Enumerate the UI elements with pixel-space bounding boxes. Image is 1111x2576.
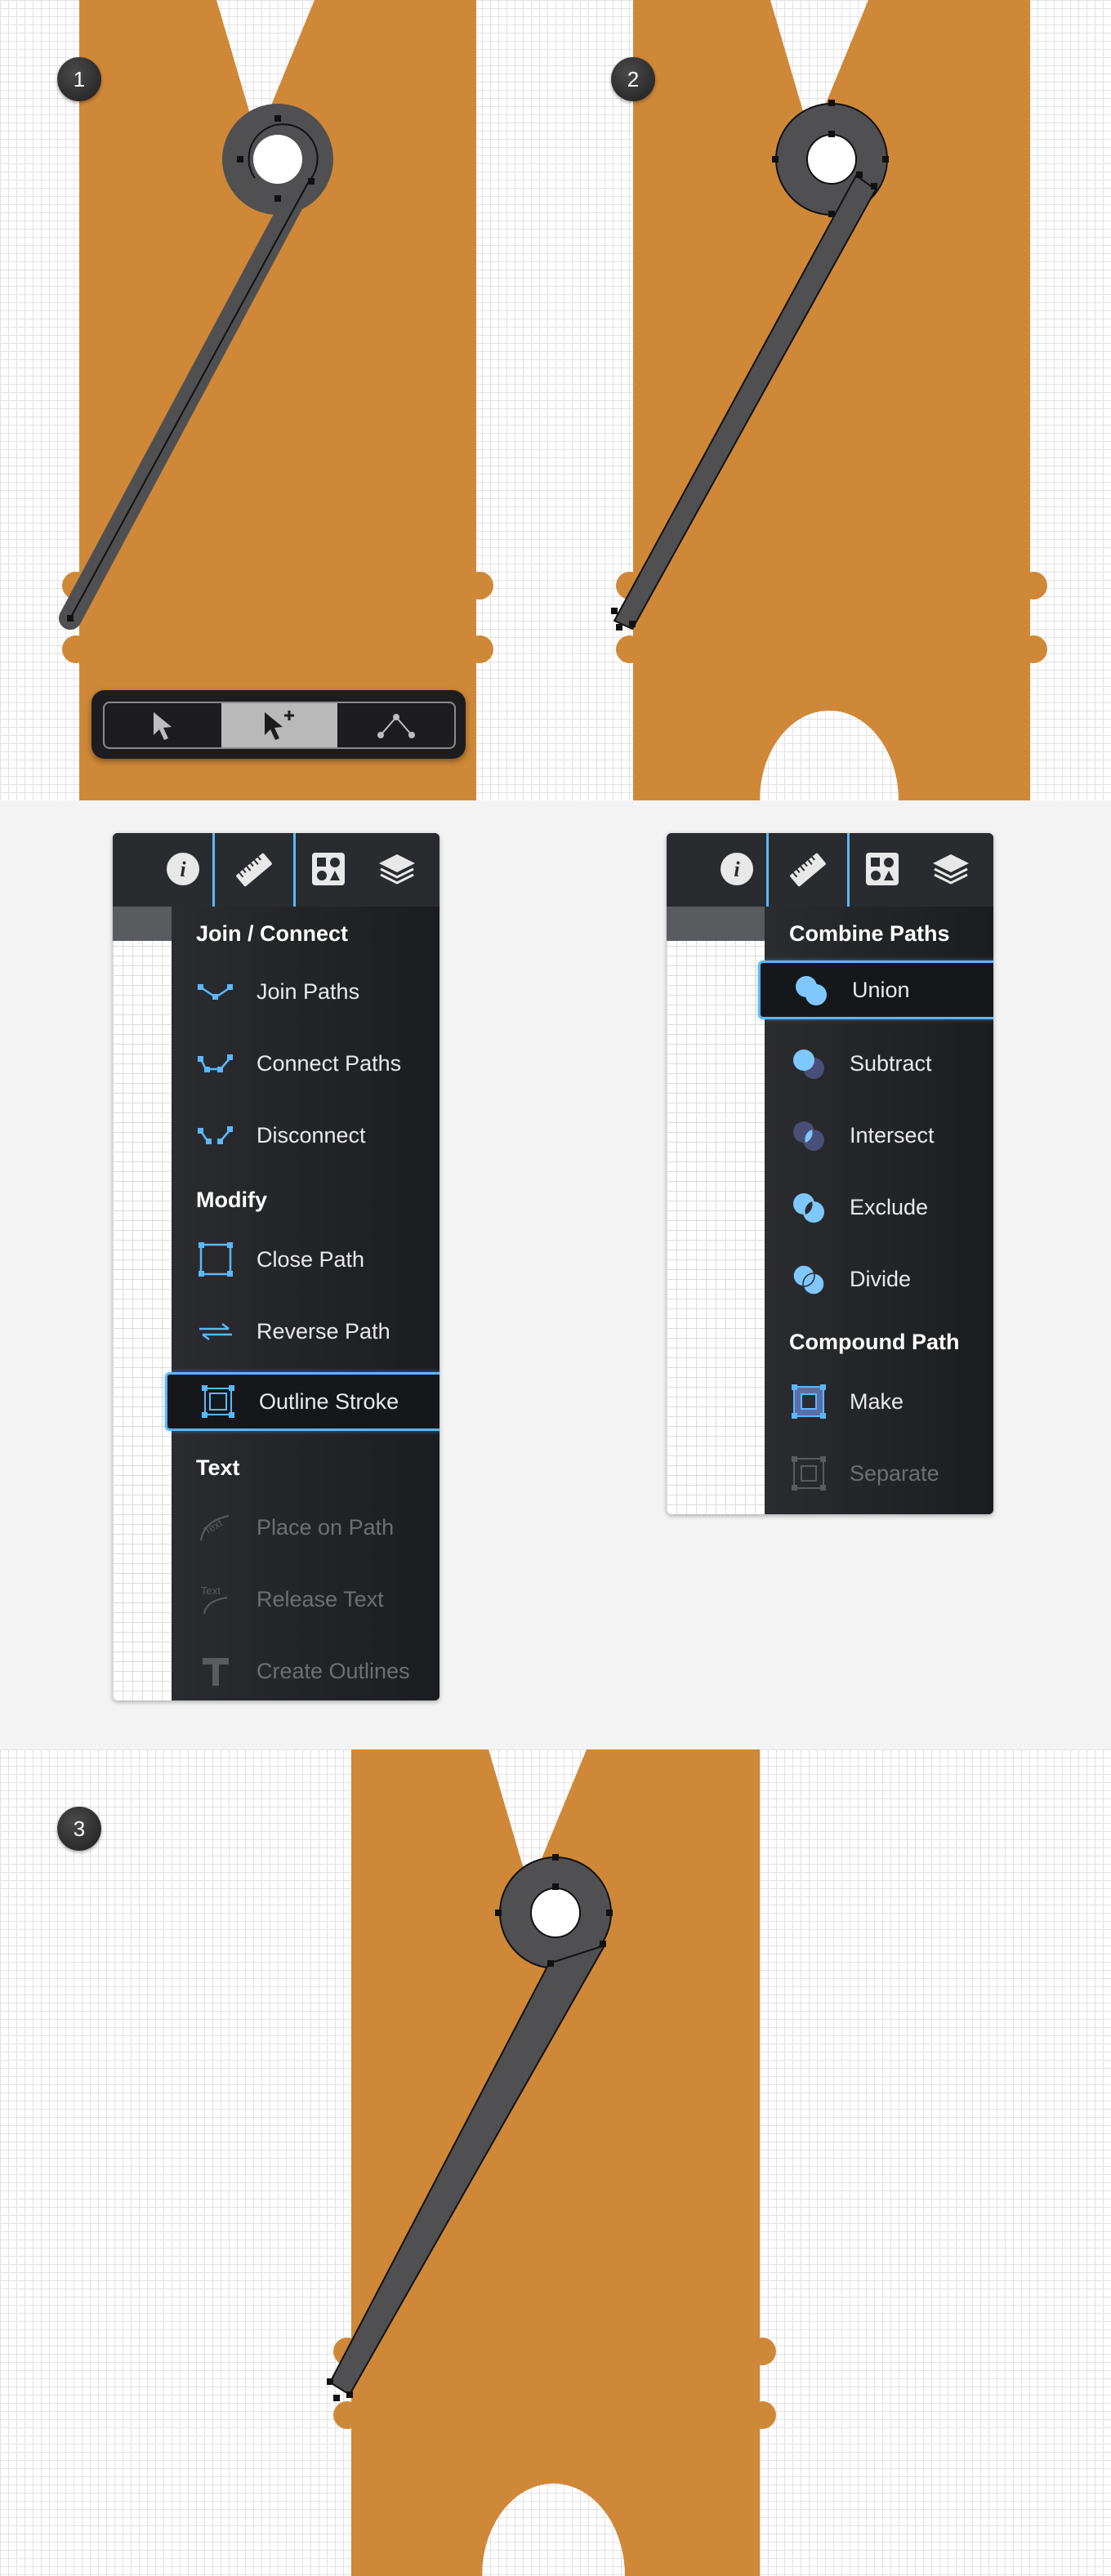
outline-stroke-icon <box>202 1385 234 1418</box>
ruler-icon <box>790 853 826 887</box>
divide-icon <box>792 1264 825 1295</box>
separate-compound-icon <box>792 1456 826 1491</box>
node-path-icon <box>377 714 415 738</box>
close-path-icon <box>199 1242 233 1277</box>
info-tab[interactable]: i <box>158 845 207 894</box>
canvas-preview-strip <box>667 907 765 1514</box>
menu-item-separate: Separate <box>765 1444 993 1503</box>
menu-item-label: Separate <box>850 1460 939 1486</box>
ruler-strip <box>667 907 765 941</box>
canvas-top: 1 2 <box>0 0 1111 800</box>
layers-icon <box>933 854 969 885</box>
menu-item-create-outlines: Create Outlines <box>172 1642 439 1700</box>
step-badge-3: 3 <box>57 1807 101 1851</box>
node-tool-button[interactable] <box>337 703 454 747</box>
subtract-icon <box>793 1050 824 1079</box>
clothespin-scene-bottom <box>327 1749 776 2576</box>
make-compound-icon <box>792 1384 826 1419</box>
menu-item-release-text: Text Release Text <box>172 1570 439 1629</box>
menu-item-label: Release Text <box>257 1586 384 1611</box>
step-badge-2: 2 <box>611 57 655 101</box>
menu-item-exclude[interactable]: Exclude <box>765 1178 993 1237</box>
arrow-pointer-icon <box>154 712 172 740</box>
shapes-icon <box>312 853 345 885</box>
intersect-icon <box>793 1121 824 1151</box>
svg-text:i: i <box>180 858 186 881</box>
menu-panel-area: i Join / Connect Join Paths Connect Path… <box>0 800 1111 1749</box>
menu-item-make[interactable]: Make <box>765 1372 993 1431</box>
menu-item-label: Close Path <box>257 1246 365 1272</box>
union-icon <box>796 976 827 1005</box>
menu-item-label: Place on Path <box>257 1514 395 1540</box>
clothespin-scene-top <box>59 0 1047 800</box>
info-icon: i <box>167 853 199 885</box>
ruler-icon <box>236 853 272 887</box>
menu-item-divide[interactable]: Divide <box>765 1250 993 1308</box>
create-outlines-icon <box>203 1658 229 1686</box>
menu-tab-bar: i <box>667 833 993 911</box>
menu-item-label: Union <box>852 977 910 1002</box>
shapes-tab[interactable] <box>304 845 353 894</box>
connect-paths-icon <box>198 1054 233 1072</box>
svg-text:i: i <box>734 858 740 881</box>
menu-item-label: Outline Stroke <box>259 1388 399 1414</box>
ruler-strip <box>113 907 172 941</box>
menu-item-label: Subtract <box>850 1050 932 1076</box>
menu-tab-bar: i <box>113 833 439 911</box>
shapes-tab[interactable] <box>858 845 907 894</box>
menu-item-label: Reverse Path <box>257 1318 390 1344</box>
section-title-join: Join / Connect <box>196 921 349 946</box>
svg-text:Text: Text <box>202 1517 225 1537</box>
join-paths-icon <box>198 984 233 1000</box>
menu-item-join-paths[interactable]: Join Paths <box>172 962 439 1021</box>
info-tab[interactable]: i <box>712 845 761 894</box>
reverse-path-icon <box>199 1323 232 1340</box>
canvas-bottom: 3 <box>0 1749 1111 2576</box>
exclude-icon <box>793 1193 824 1223</box>
section-title-compound: Compound Path <box>789 1330 960 1354</box>
ruler-tab[interactable] <box>212 833 296 911</box>
menu-item-connect-paths[interactable]: Connect Paths <box>172 1034 439 1093</box>
step-badge-1: 1 <box>57 57 101 101</box>
menu-item-disconnect[interactable]: Disconnect <box>172 1106 439 1165</box>
svg-text:Text: Text <box>201 1584 221 1597</box>
selection-tool-button[interactable] <box>105 703 221 747</box>
place-on-path-icon: Text <box>200 1515 230 1541</box>
menu-item-union[interactable]: Union <box>758 960 993 1019</box>
menu-item-label: Make <box>850 1388 904 1414</box>
menu-item-label: Join Paths <box>257 978 360 1004</box>
selection-toolbar <box>91 690 466 759</box>
menu-item-reverse-path[interactable]: Reverse Path <box>172 1302 439 1361</box>
menu-item-intersect[interactable]: Intersect <box>765 1106 993 1165</box>
menu-item-label: Divide <box>850 1266 912 1291</box>
canvas-preview-strip <box>113 907 172 1700</box>
menu-item-label: Intersect <box>850 1122 935 1148</box>
menu-item-subtract[interactable]: Subtract <box>765 1034 993 1093</box>
menu-item-label: Disconnect <box>257 1122 366 1148</box>
menu-item-label: Create Outlines <box>257 1658 410 1683</box>
arrow-pointer-plus-icon <box>265 711 294 740</box>
release-text-icon: Text <box>201 1584 228 1615</box>
menu-item-label: Exclude <box>850 1194 929 1219</box>
direct-selection-tool-button[interactable] <box>221 703 338 747</box>
layers-tab[interactable] <box>373 845 422 894</box>
section-title-text: Text <box>196 1455 240 1480</box>
section-title-modify: Modify <box>196 1188 267 1212</box>
menu-item-outline-stroke[interactable]: Outline Stroke <box>165 1372 439 1431</box>
menu-list: Join / Connect Join Paths Connect Paths … <box>165 907 439 1700</box>
layers-icon <box>379 854 415 885</box>
ruler-tab[interactable] <box>766 833 850 911</box>
disconnect-icon <box>198 1126 233 1144</box>
info-icon: i <box>721 853 753 885</box>
path-operations-menu: i Join / Connect Join Paths Connect Path… <box>113 833 439 1700</box>
menu-item-place-on-path: Text Place on Path <box>172 1498 439 1557</box>
layers-tab[interactable] <box>926 845 975 894</box>
menu-item-close-path[interactable]: Close Path <box>172 1230 439 1289</box>
menu-list: Combine Paths Union Subtract Intersect E… <box>758 907 993 1514</box>
section-title-combine: Combine Paths <box>789 921 950 946</box>
menu-item-label: Connect Paths <box>257 1050 402 1076</box>
shapes-icon <box>866 853 899 885</box>
combine-paths-menu: i Combine Paths Union Subtract Intersect… <box>667 833 993 1514</box>
